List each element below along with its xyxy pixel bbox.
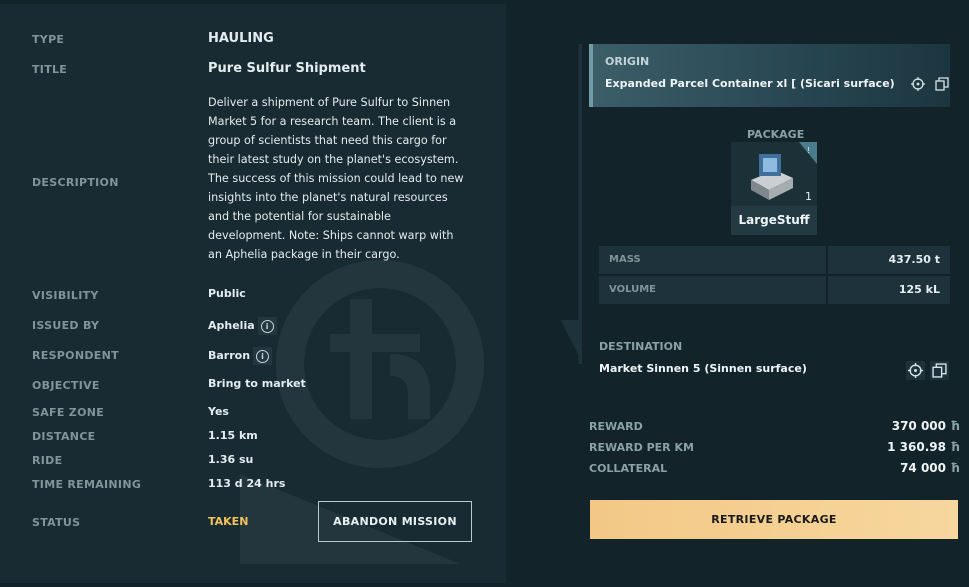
origin-card: ORIGIN Expanded Parcel Container xl [ (S… — [589, 44, 950, 107]
crosshair-icon[interactable] — [911, 77, 925, 91]
visibility-label: VISIBILITY — [32, 289, 99, 302]
mass-label: MASS — [609, 254, 641, 265]
ride-label: RIDE — [32, 454, 63, 467]
safe-zone-value: Yes — [208, 405, 229, 418]
mass-value: 437.50 t — [888, 253, 940, 266]
currency-icon: ħ — [950, 419, 960, 433]
route-arrow-icon — [560, 44, 582, 364]
mission-title: Pure Sulfur Shipment — [208, 61, 366, 76]
package-count: 1 — [805, 190, 812, 203]
title-label: TITLE — [32, 63, 68, 76]
time-remaining-label: TIME REMAINING — [32, 478, 142, 491]
collateral-value: 74 000 — [900, 461, 946, 475]
volume-label: VOLUME — [609, 284, 656, 295]
respondent-info-button[interactable]: i — [253, 347, 273, 365]
type-value: HAULING — [208, 31, 274, 46]
divider — [826, 276, 828, 304]
mission-description: Deliver a shipment of Pure Sulfur to Sin… — [208, 96, 464, 261]
crosshair-icon[interactable] — [906, 361, 925, 380]
mass-row: MASS 437.50 t — [599, 246, 950, 274]
destination-label: DESTINATION — [599, 340, 683, 353]
abandon-mission-button[interactable]: ABANDON MISSION — [318, 501, 472, 542]
status-label: STATUS — [32, 516, 81, 529]
info-icon: i — [256, 349, 270, 363]
objective-value: Bring to market — [208, 377, 306, 390]
package-label: PACKAGE — [747, 128, 805, 141]
reward-value: 370 000 — [891, 419, 946, 433]
info-icon: i — [260, 319, 274, 333]
issued-by-info-button[interactable]: i — [257, 317, 277, 335]
currency-icon: ħ — [950, 440, 960, 454]
divider — [826, 246, 828, 274]
svg-text:!: ! — [807, 146, 810, 155]
issued-by-row: Aphelia i — [208, 317, 277, 335]
time-remaining-value: 113 d 24 hrs — [208, 477, 286, 490]
distance-label: DISTANCE — [32, 430, 96, 443]
package-name: LargeStuff — [731, 206, 817, 235]
copy-icon[interactable] — [935, 77, 949, 91]
origin-value: Expanded Parcel Container xl [ (Sicari s… — [605, 77, 895, 90]
ride-value: 1.36 su — [208, 453, 254, 466]
retrieve-package-button[interactable]: RETRIEVE PACKAGE — [590, 500, 958, 539]
collateral-label: COLLATERAL — [589, 462, 668, 475]
origin-label: ORIGIN — [605, 55, 650, 68]
reward-label: REWARD — [589, 420, 643, 433]
volume-value: 125 kL — [898, 283, 940, 296]
package-card[interactable]: ! 1 LargeStuff — [731, 142, 817, 235]
respondent-value: Barron — [208, 348, 251, 362]
type-label: TYPE — [32, 33, 65, 46]
safe-zone-label: SAFE ZONE — [32, 406, 105, 419]
package-image: ! 1 — [731, 142, 817, 206]
copy-icon[interactable] — [930, 361, 949, 380]
distance-value: 1.15 km — [208, 429, 258, 442]
reward-per-km-value: 1 360.98 — [887, 440, 946, 454]
objective-label: OBJECTIVE — [32, 379, 100, 392]
respondent-label: RESPONDENT — [32, 349, 119, 362]
reward-per-km-label: REWARD PER KM — [589, 441, 694, 454]
currency-icon: ħ — [950, 461, 960, 475]
description-label: DESCRIPTION — [32, 176, 119, 189]
issued-by-value: Aphelia — [208, 318, 255, 332]
respondent-row: Barron i — [208, 347, 273, 365]
visibility-value: Public — [208, 287, 246, 300]
status-badge: TAKEN — [208, 515, 249, 528]
destination-value: Market Sinnen 5 (Sinnen surface) — [599, 362, 807, 375]
volume-row: VOLUME 125 kL — [599, 276, 950, 304]
issued-by-label: ISSUED BY — [32, 319, 100, 332]
